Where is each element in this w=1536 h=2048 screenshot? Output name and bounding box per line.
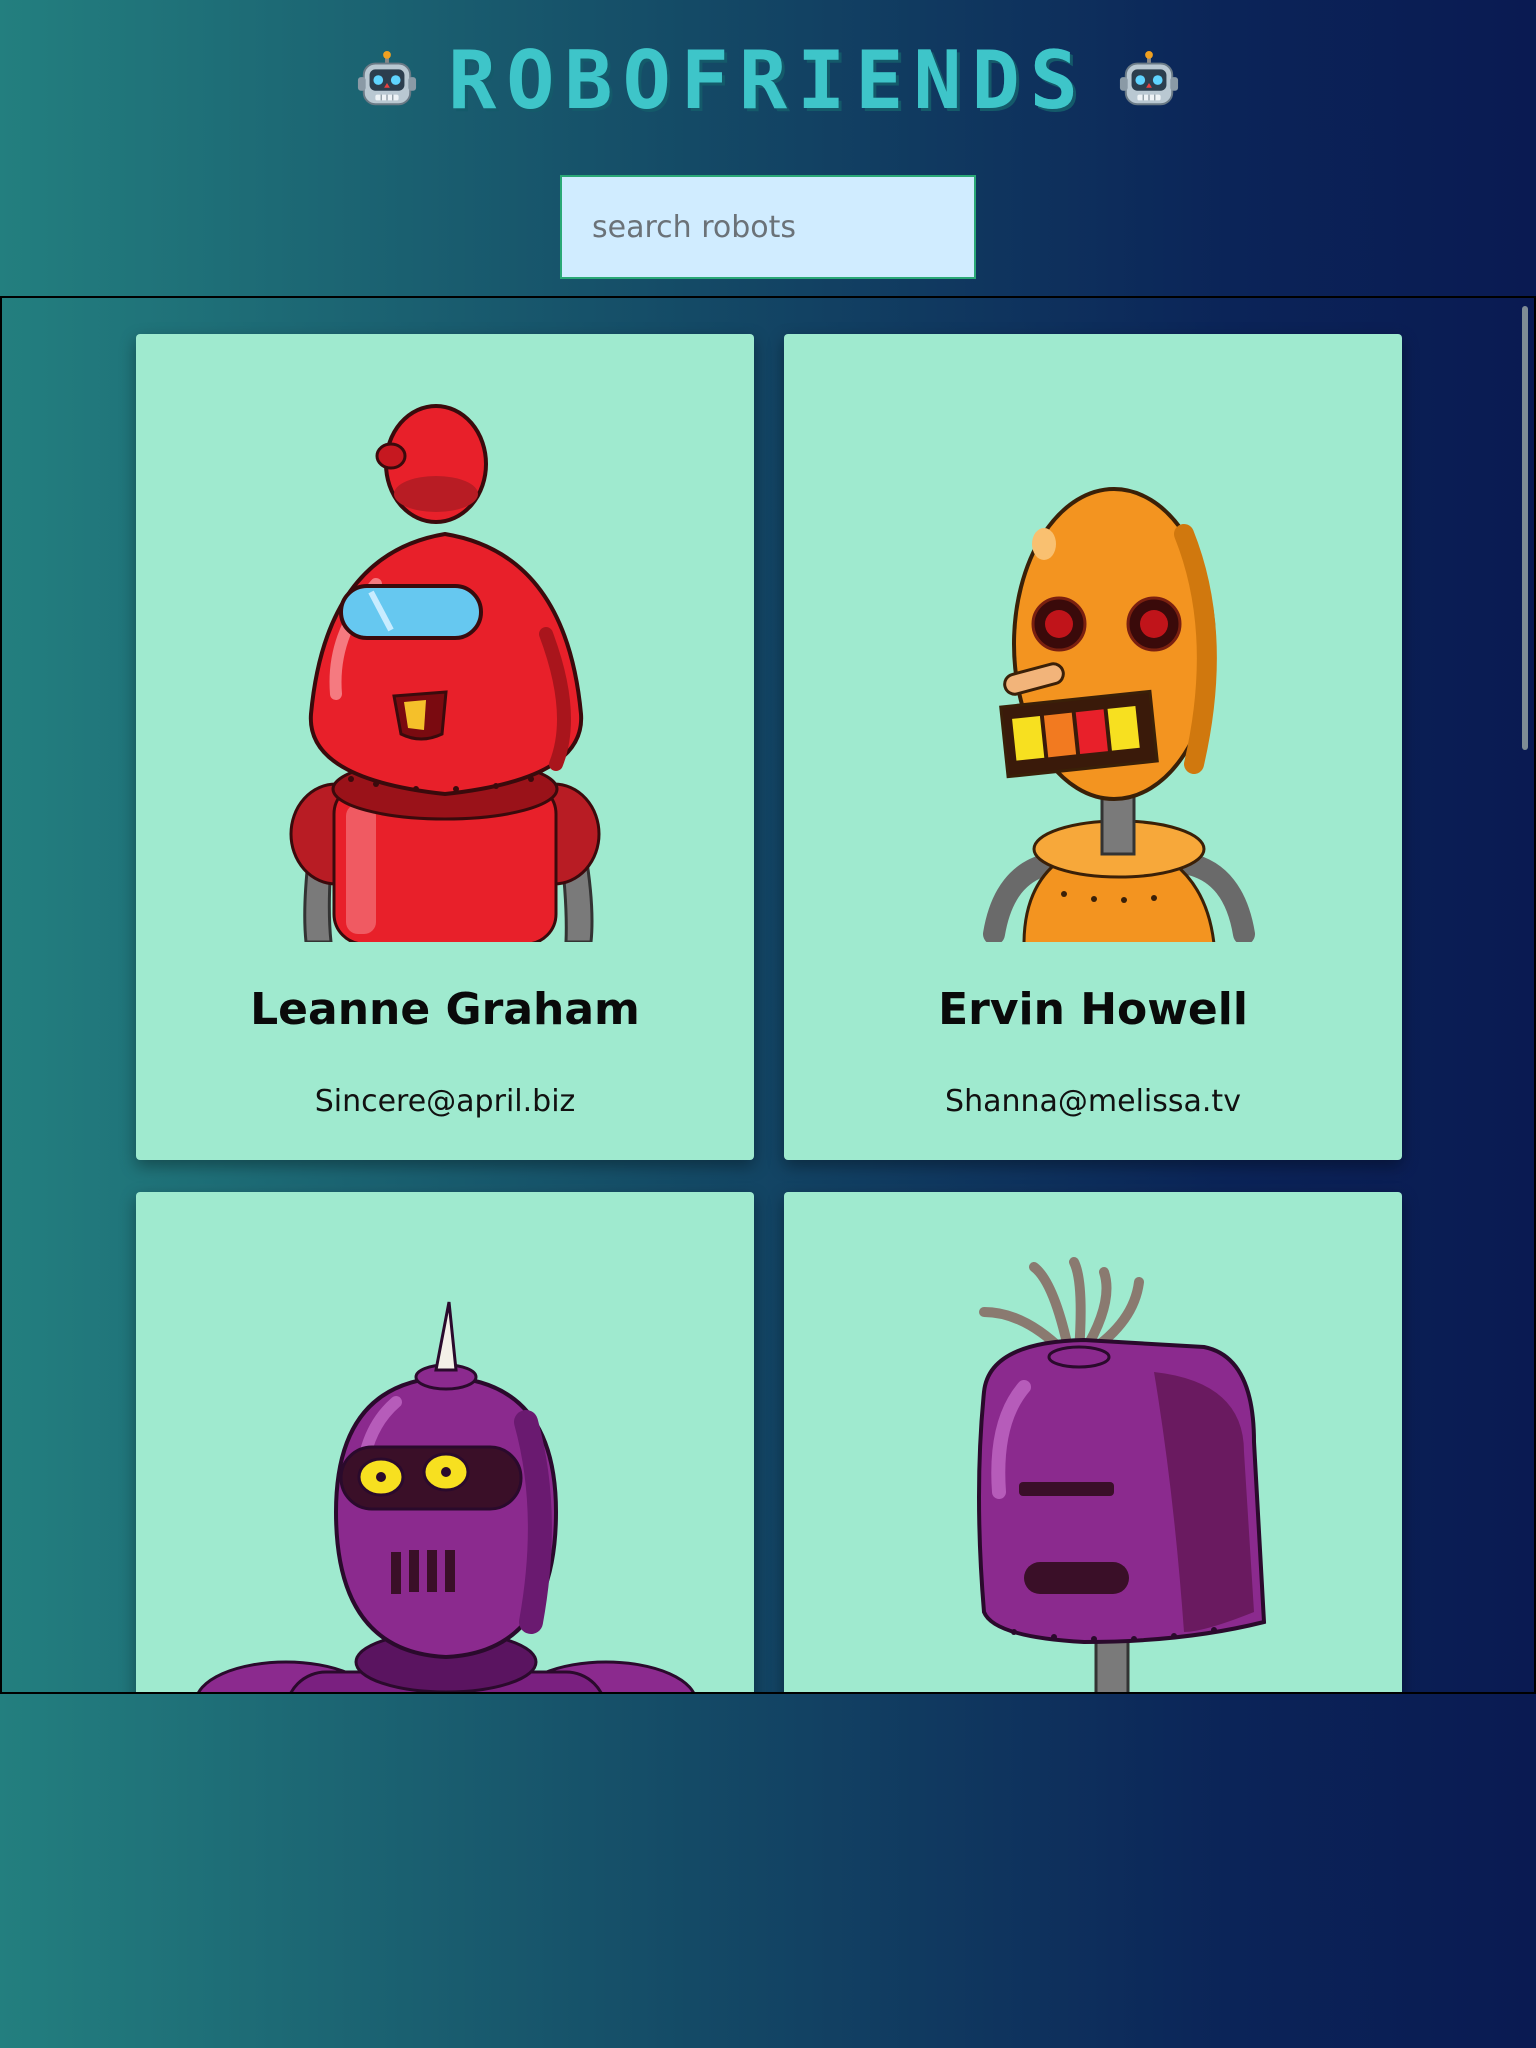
robot-avatar-image [197,1301,695,1692]
robot-avatar-image [977,1257,1267,1692]
robot-card[interactable] [784,1192,1402,1692]
robot-avatar-image [983,487,1255,942]
robot-list-scroll-area[interactable]: Leanne Graham Sincere@april.biz Ervin Ho… [0,296,1536,1694]
robot-card[interactable]: Ervin Howell Shanna@melissa.tv [784,334,1402,1160]
app-header: ROBOFRIENDS [0,0,1536,296]
robot-name: Leanne Graham [250,984,640,1035]
robot-avatar-image [289,404,601,942]
robot-name: Ervin Howell [938,984,1248,1035]
search-input[interactable] [560,175,976,279]
robot-card[interactable]: Leanne Graham Sincere@april.biz [136,334,754,1160]
robot-email: Shanna@melissa.tv [945,1084,1241,1119]
title-row: ROBOFRIENDS [0,36,1536,126]
robot-face-icon [358,50,417,106]
robot-email: Sincere@april.biz [314,1084,576,1119]
app-title: ROBOFRIENDS [448,34,1088,127]
robot-card[interactable] [136,1192,754,1692]
scrollbar[interactable] [1522,306,1528,750]
robot-face-icon [1119,50,1178,106]
